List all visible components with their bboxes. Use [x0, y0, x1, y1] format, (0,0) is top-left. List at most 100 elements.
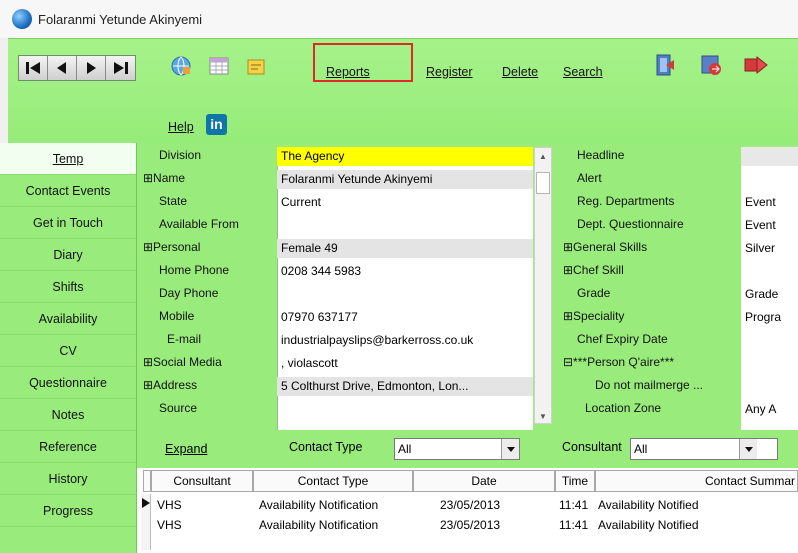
chevron-down-icon[interactable]	[501, 439, 519, 459]
close-icon[interactable]	[743, 53, 769, 77]
column-header-time[interactable]: Time	[555, 470, 595, 492]
home-phone-value[interactable]: 0208 344 5983	[277, 262, 533, 281]
right-value-column: Event Event Silver Grade Progra Any A	[741, 147, 798, 430]
note-icon[interactable]	[245, 56, 267, 78]
contact-events-grid: Consultant Contact Type Date Time Contac…	[137, 468, 798, 553]
state-value[interactable]: Current	[277, 193, 533, 212]
available-from-value[interactable]	[277, 216, 533, 235]
field-label: Home Phone	[159, 263, 230, 277]
general-skills-value[interactable]: Silver	[741, 239, 798, 258]
field-label[interactable]: ⊞Chef Skill	[563, 263, 624, 277]
title-bar: Folaranmi Yetunde Akinyemi	[0, 0, 798, 38]
nav-item-diary[interactable]: Diary	[0, 239, 136, 271]
consultant-select[interactable]: All	[630, 438, 778, 460]
expand-link[interactable]: Expand	[165, 442, 207, 456]
field-label: State	[159, 194, 188, 208]
field-label[interactable]: ⊞Personal	[143, 240, 200, 254]
detail-scrollbar[interactable]: ▲ ▼	[534, 147, 552, 424]
contact-type-label: Contact Type	[289, 440, 363, 454]
chevron-down-icon[interactable]	[739, 439, 757, 459]
nav-item-temp[interactable]: Temp	[0, 143, 136, 175]
location-zone-value[interactable]: Any A	[741, 400, 798, 419]
nav-item-questionnaire[interactable]: Questionnaire	[0, 367, 136, 399]
address-value[interactable]: 5 Colthurst Drive, Edmonton, Lon...	[277, 377, 533, 396]
field-label: E-mail	[167, 332, 202, 346]
personal-value[interactable]: Female 49	[277, 239, 533, 258]
transfer-icon[interactable]	[698, 52, 724, 78]
field-label: Headline	[577, 148, 625, 162]
source-value[interactable]	[277, 400, 533, 419]
day-phone-value[interactable]	[277, 285, 533, 304]
nav-item-notes[interactable]: Notes	[0, 399, 136, 431]
field-label[interactable]: ⊞Address	[143, 378, 197, 392]
help-link[interactable]: Help	[168, 120, 194, 134]
scroll-down-icon[interactable]: ▼	[539, 412, 547, 421]
field-label[interactable]: ⊞Speciality	[563, 309, 624, 323]
consultant-value: All	[634, 442, 648, 456]
app-globe-icon	[12, 9, 32, 29]
nav-item-history[interactable]: History	[0, 463, 136, 495]
delete-link[interactable]: Delete	[502, 65, 538, 79]
row-date: 23/05/2013	[440, 518, 501, 532]
field-label: Available From	[159, 217, 239, 231]
grid-icon[interactable]	[208, 55, 230, 77]
scroll-thumb[interactable]	[536, 172, 550, 194]
row-selector-header	[143, 470, 151, 492]
reg-departments-value[interactable]: Event	[741, 193, 798, 212]
search-link[interactable]: Search	[563, 65, 603, 79]
last-record-icon	[113, 62, 128, 74]
row-contact-type: Availability Notification	[259, 498, 379, 512]
nav-item-availability[interactable]: Availability	[0, 303, 136, 335]
contact-type-select[interactable]: All	[394, 438, 520, 460]
name-value[interactable]: Folaranmi Yetunde Akinyemi	[277, 170, 533, 189]
mobile-value[interactable]: 07970 637177	[277, 308, 533, 327]
linkedin-icon[interactable]: in	[206, 114, 227, 135]
record-navigator	[18, 55, 136, 81]
scroll-up-icon[interactable]: ▲	[539, 152, 547, 161]
next-record-button[interactable]	[77, 56, 106, 80]
nav-item-get-in-touch[interactable]: Get in Touch	[0, 207, 136, 239]
field-label: Division	[159, 148, 202, 162]
previous-record-button[interactable]	[48, 56, 77, 80]
toolbar: Reports Register Delete Search Help in	[8, 38, 798, 143]
nav-item-cv[interactable]: CV	[0, 335, 136, 367]
field-label: Dept. Questionnaire	[577, 217, 684, 231]
nav-item-reference[interactable]: Reference	[0, 431, 136, 463]
field-label[interactable]: ⊟***Person Q'aire***	[563, 355, 674, 369]
social-media-value[interactable]: , violascott	[277, 354, 533, 373]
detail-panel: Division ⊞Name State Available From ⊞Per…	[137, 143, 798, 430]
field-label: Do not mailmerge ...	[595, 378, 704, 392]
field-label: Chef Expiry Date	[577, 332, 668, 346]
first-record-icon	[26, 62, 40, 74]
contact-type-value: All	[398, 442, 412, 456]
last-record-button[interactable]	[106, 56, 135, 80]
current-row-icon	[142, 498, 150, 508]
register-link[interactable]: Register	[426, 65, 473, 79]
row-selector[interactable]	[141, 494, 151, 550]
column-header-contact-type[interactable]: Contact Type	[253, 470, 413, 492]
headline-value[interactable]	[741, 147, 798, 166]
nav-item-contact-events[interactable]: Contact Events	[0, 175, 136, 207]
field-label[interactable]: ⊞General Skills	[563, 240, 647, 254]
field-label[interactable]: ⊞Name	[143, 171, 185, 185]
field-label: Grade	[577, 286, 611, 300]
nav-item-progress[interactable]: Progress	[0, 495, 136, 527]
row-summary: Availability Notified	[598, 498, 699, 512]
previous-record-icon	[57, 62, 66, 74]
email-value[interactable]: industrialpayslips@barkerross.co.uk	[277, 331, 533, 350]
column-header-date[interactable]: Date	[413, 470, 555, 492]
column-header-contact-summary[interactable]: Contact Summar	[595, 470, 798, 492]
nav-item-shifts[interactable]: Shifts	[0, 271, 136, 303]
dept-questionnaire-value[interactable]: Event	[741, 216, 798, 235]
next-record-icon	[87, 62, 96, 74]
globe-icon[interactable]	[170, 55, 192, 77]
speciality-value[interactable]: Progra	[741, 308, 798, 327]
division-value[interactable]: The Agency	[277, 147, 533, 166]
first-record-button[interactable]	[19, 56, 48, 80]
field-label[interactable]: ⊞Social Media	[143, 355, 222, 369]
reports-link[interactable]: Reports	[326, 65, 370, 79]
column-header-consultant[interactable]: Consultant	[151, 470, 253, 492]
exit-icon[interactable]	[652, 52, 678, 78]
grade-value[interactable]: Grade	[741, 285, 798, 304]
field-label: Source	[159, 401, 198, 413]
